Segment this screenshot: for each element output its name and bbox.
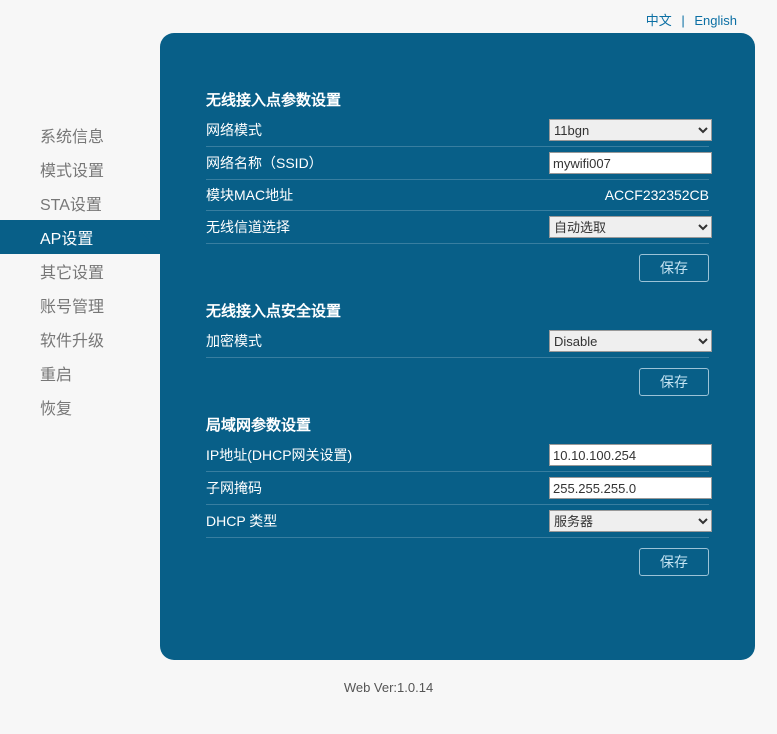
ip-input[interactable]	[549, 444, 712, 466]
channel-select[interactable]: 自动选取	[549, 216, 712, 238]
sidebar-item-reboot[interactable]: 重启	[0, 356, 160, 390]
row-network-mode: 网络模式 11bgn	[206, 114, 709, 147]
row-ssid: 网络名称（SSID）	[206, 147, 709, 180]
mac-value: ACCF232352CB	[605, 187, 709, 203]
language-bar: 中文 | English	[0, 0, 777, 33]
sidebar-item-software-upgrade[interactable]: 软件升级	[0, 322, 160, 356]
network-mode-label: 网络模式	[206, 120, 549, 140]
row-dhcp-type: DHCP 类型 服务器	[206, 505, 709, 538]
lang-separator: |	[681, 13, 684, 28]
sidebar-item-sta-settings[interactable]: STA设置	[0, 186, 160, 220]
encryption-select[interactable]: Disable	[549, 330, 712, 352]
dhcp-type-select[interactable]: 服务器	[549, 510, 712, 532]
sidebar-item-system-info[interactable]: 系统信息	[0, 118, 160, 152]
mac-label: 模块MAC地址	[206, 185, 605, 205]
save-button-2[interactable]: 保存	[639, 368, 709, 396]
subnet-mask-label: 子网掩码	[206, 478, 549, 498]
network-mode-select[interactable]: 11bgn	[549, 119, 712, 141]
sidebar-item-mode-settings[interactable]: 模式设置	[0, 152, 160, 186]
encryption-label: 加密模式	[206, 331, 549, 351]
lan-params-title: 局域网参数设置	[206, 414, 709, 435]
subnet-mask-input[interactable]	[549, 477, 712, 499]
sidebar-item-other-settings[interactable]: 其它设置	[0, 254, 160, 288]
wireless-ap-security-title: 无线接入点安全设置	[206, 300, 709, 321]
row-subnet-mask: 子网掩码	[206, 472, 709, 505]
footer-version: Web Ver:1.0.14	[0, 660, 777, 715]
wireless-ap-params-title: 无线接入点参数设置	[206, 89, 709, 110]
row-channel: 无线信道选择 自动选取	[206, 211, 709, 244]
main-panel: 无线接入点参数设置 网络模式 11bgn 网络名称（SSID） 模块MAC地址 …	[160, 33, 755, 660]
save-button-3[interactable]: 保存	[639, 548, 709, 576]
channel-label: 无线信道选择	[206, 217, 549, 237]
sidebar-item-ap-settings[interactable]: AP设置	[0, 220, 160, 254]
sidebar-item-account-mgmt[interactable]: 账号管理	[0, 288, 160, 322]
save-button-1[interactable]: 保存	[639, 254, 709, 282]
row-encryption: 加密模式 Disable	[206, 325, 709, 358]
ssid-label: 网络名称（SSID）	[206, 153, 549, 173]
ip-label: IP地址(DHCP网关设置)	[206, 445, 549, 465]
lang-en-link[interactable]: English	[694, 13, 737, 28]
ssid-input[interactable]	[549, 152, 712, 174]
lang-cn-link[interactable]: 中文	[646, 13, 672, 28]
row-mac: 模块MAC地址 ACCF232352CB	[206, 180, 709, 211]
dhcp-type-label: DHCP 类型	[206, 511, 549, 531]
row-ip: IP地址(DHCP网关设置)	[206, 439, 709, 472]
sidebar: 系统信息 模式设置 STA设置 AP设置 其它设置 账号管理 软件升级 重启 恢…	[0, 33, 160, 660]
sidebar-item-restore[interactable]: 恢复	[0, 390, 160, 424]
